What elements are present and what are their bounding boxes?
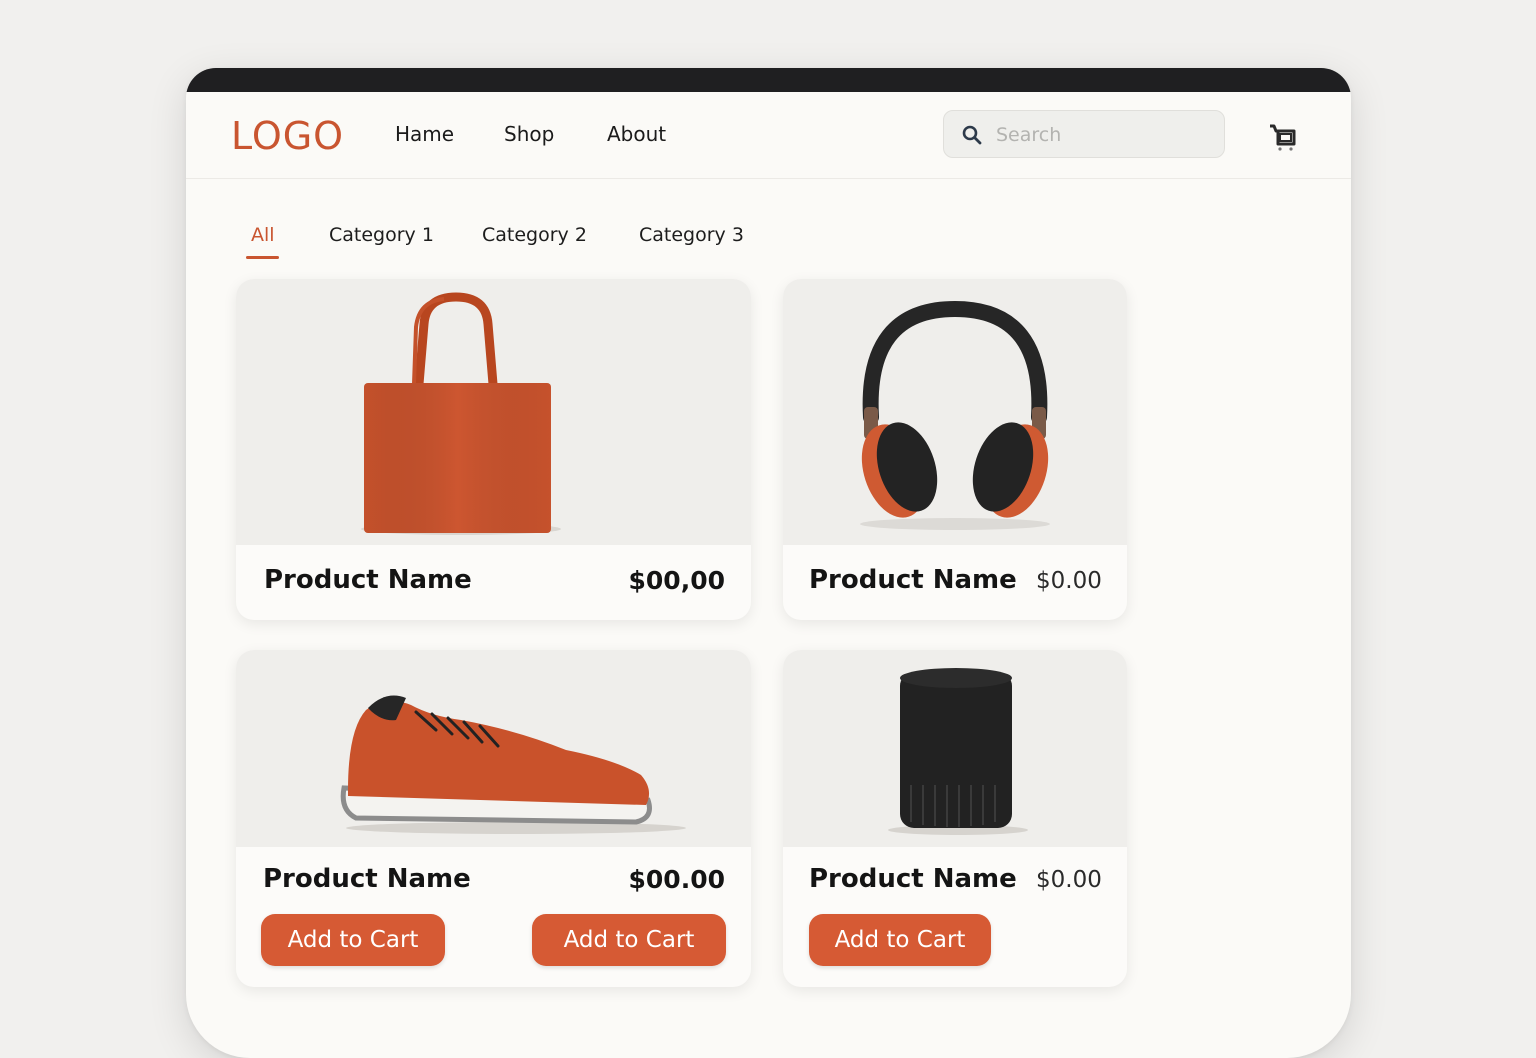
nav-link-about[interactable]: About (607, 122, 666, 146)
product-card[interactable]: Product Name $00.00 Add to Cart Add to C… (236, 650, 751, 987)
product-name[interactable]: Product Name (809, 565, 1017, 595)
top-navbar: LOGO Hame Shop About (186, 92, 1351, 179)
product-card[interactable]: Product Name $00,00 (236, 279, 751, 620)
speaker-illustration (888, 668, 1028, 835)
product-image-headphones[interactable] (783, 279, 1127, 545)
tab-category-2[interactable]: Category 2 (482, 224, 587, 246)
tote-bag-illustration (361, 292, 561, 535)
search-icon (962, 125, 982, 145)
tab-category-1[interactable]: Category 1 (329, 224, 434, 246)
window-titlebar (186, 68, 1351, 92)
nav-link-home[interactable]: Hame (395, 122, 454, 146)
product-image-speaker[interactable] (783, 650, 1127, 847)
product-price: $00.00 (628, 865, 725, 894)
product-card[interactable]: Product Name $0.00 (783, 279, 1127, 620)
sneaker-illustration (340, 695, 686, 834)
active-tab-underline (246, 256, 279, 259)
headphones-illustration (860, 300, 1050, 530)
product-price: $0.00 (1036, 867, 1102, 893)
product-price: $00,00 (628, 566, 725, 595)
logo[interactable]: LOGO (231, 114, 344, 158)
product-price: $0.00 (1036, 568, 1102, 594)
search-input[interactable] (994, 111, 1218, 159)
tab-all[interactable]: All (251, 224, 275, 246)
add-to-cart-button[interactable]: Add to Cart (532, 914, 726, 966)
product-name[interactable]: Product Name (263, 864, 471, 894)
product-image-tote-bag[interactable] (236, 279, 751, 545)
product-name[interactable]: Product Name (809, 864, 1017, 894)
cart-icon[interactable] (1266, 120, 1300, 154)
nav-link-shop[interactable]: Shop (504, 122, 554, 146)
product-image-sneaker[interactable] (236, 650, 751, 847)
add-to-cart-button[interactable]: Add to Cart (809, 914, 991, 966)
app-window: LOGO Hame Shop About All Category 1 Cate… (186, 68, 1351, 1058)
product-name[interactable]: Product Name (264, 565, 472, 595)
tab-category-3[interactable]: Category 3 (639, 224, 744, 246)
add-to-cart-button[interactable]: Add to Cart (261, 914, 445, 966)
product-card[interactable]: Product Name $0.00 Add to Cart (783, 650, 1127, 987)
search-box[interactable] (943, 110, 1225, 159)
